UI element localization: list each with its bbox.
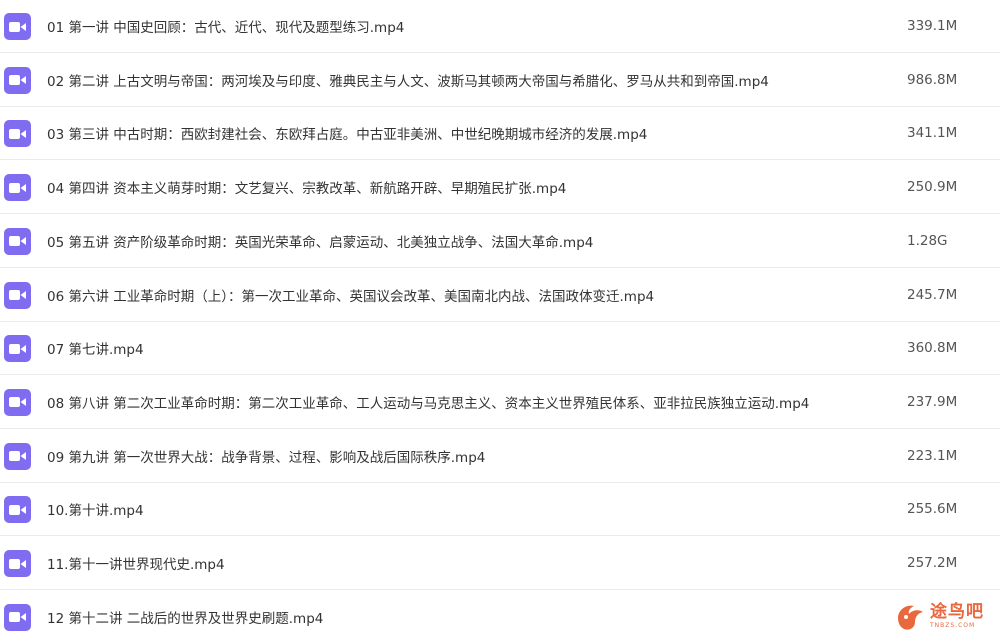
watermark-subtext: TNBZS.COM <box>930 621 976 629</box>
file-name[interactable]: 10.第十讲.mp4 <box>47 499 144 519</box>
file-name[interactable]: 12 第十二讲 二战后的世界及世界史刷题.mp4 <box>47 607 323 627</box>
file-row[interactable]: 01 第一讲 中国史回顾：古代、近代、现代及题型练习.mp4 339.1M <box>0 0 1000 53</box>
file-name[interactable]: 06 第六讲 工业革命时期（上）：第一次工业革命、英国议会改革、美国南北内战、法… <box>47 285 654 305</box>
video-icon <box>4 442 31 470</box>
video-icon <box>4 603 31 631</box>
file-name[interactable]: 01 第一讲 中国史回顾：古代、近代、现代及题型练习.mp4 <box>47 16 404 36</box>
file-name[interactable]: 03 第三讲 中古时期：西欧封建社会、东欧拜占庭。中古亚非美洲、中世纪晚期城市经… <box>47 123 647 143</box>
file-row[interactable]: 04 第四讲 资本主义萌芽时期：文艺复兴、宗教改革、新航路开辟、早期殖民扩张.m… <box>0 161 1000 215</box>
video-icon <box>4 335 31 363</box>
file-name[interactable]: 07 第七讲.mp4 <box>47 338 144 358</box>
video-icon <box>4 388 31 416</box>
file-row[interactable]: 11.第十一讲世界现代史.mp4 257.2M <box>0 537 1000 590</box>
watermark-logo: 途鸟吧 TNBZS.COM <box>892 597 996 635</box>
video-icon <box>4 227 31 255</box>
video-icon <box>4 174 31 202</box>
file-size: 257.2M <box>907 555 958 571</box>
file-row[interactable]: 10.第十讲.mp4 255.6M <box>0 483 1000 537</box>
file-name[interactable]: 08 第八讲 第二次工业革命时期：第二次工业革命、工人运动与马克思主义、资本主义… <box>47 392 809 412</box>
file-name[interactable]: 04 第四讲 资本主义萌芽时期：文艺复兴、宗教改革、新航路开辟、早期殖民扩张.m… <box>47 177 566 197</box>
file-size: 237.9M <box>907 393 958 410</box>
file-row[interactable]: 12 第十二讲 二战后的世界及世界史刷题.mp4 <box>0 591 1000 637</box>
file-list: 01 第一讲 中国史回顾：古代、近代、现代及题型练习.mp4 339.1M 02 第… <box>0 0 1000 637</box>
video-icon <box>4 66 31 94</box>
file-size: 255.6M <box>907 501 958 518</box>
video-icon <box>4 550 31 577</box>
file-name[interactable]: 11.第十一讲世界现代史.mp4 <box>47 553 225 573</box>
file-size: 1.28G <box>907 232 948 249</box>
file-name[interactable]: 09 第九讲 第一次世界大战：战争背景、过程、影响及战后国际秩序.mp4 <box>47 446 485 466</box>
video-icon <box>4 496 31 524</box>
video-icon <box>4 13 31 40</box>
file-size: 223.1M <box>907 447 958 464</box>
video-icon <box>4 120 31 148</box>
file-row[interactable]: 09 第九讲 第一次世界大战：战争背景、过程、影响及战后国际秩序.mp4 223.… <box>0 430 1000 483</box>
file-row[interactable]: 06 第六讲 工业革命时期（上）：第一次工业革命、英国议会改革、美国南北内战、法… <box>0 269 1000 322</box>
file-name[interactable]: 05 第五讲 资产阶级革命时期：英国光荣革命、启蒙运动、北美独立战争、法国大革命… <box>47 231 593 251</box>
file-size: 341.1M <box>907 125 958 142</box>
file-row[interactable]: 07 第七讲.mp4 360.8M <box>0 322 1000 376</box>
bird-logo-icon <box>898 605 923 630</box>
file-name[interactable]: 02 第二讲 上古文明与帝国：两河埃及与印度、雅典民主与人文、波斯马其顿两大帝国… <box>47 70 769 90</box>
file-row[interactable]: 05 第五讲 资产阶级革命时期：英国光荣革命、启蒙运动、北美独立战争、法国大革命… <box>0 215 1000 268</box>
file-size: 986.8M <box>907 71 958 88</box>
file-size: 360.8M <box>907 340 958 357</box>
video-icon <box>4 281 31 309</box>
file-size: 339.1M <box>907 18 958 34</box>
watermark-text: 途鸟吧 <box>930 601 984 622</box>
file-size: 250.9M <box>907 179 958 196</box>
file-row[interactable]: 02 第二讲 上古文明与帝国：两河埃及与印度、雅典民主与人文、波斯马其顿两大帝国… <box>0 54 1000 107</box>
file-row[interactable]: 03 第三讲 中古时期：西欧封建社会、东欧拜占庭。中古亚非美洲、中世纪晚期城市经… <box>0 107 1000 161</box>
file-row[interactable]: 08 第八讲 第二次工业革命时期：第二次工业革命、工人运动与马克思主义、资本主义… <box>0 376 1000 429</box>
file-size: 245.7M <box>907 286 958 303</box>
